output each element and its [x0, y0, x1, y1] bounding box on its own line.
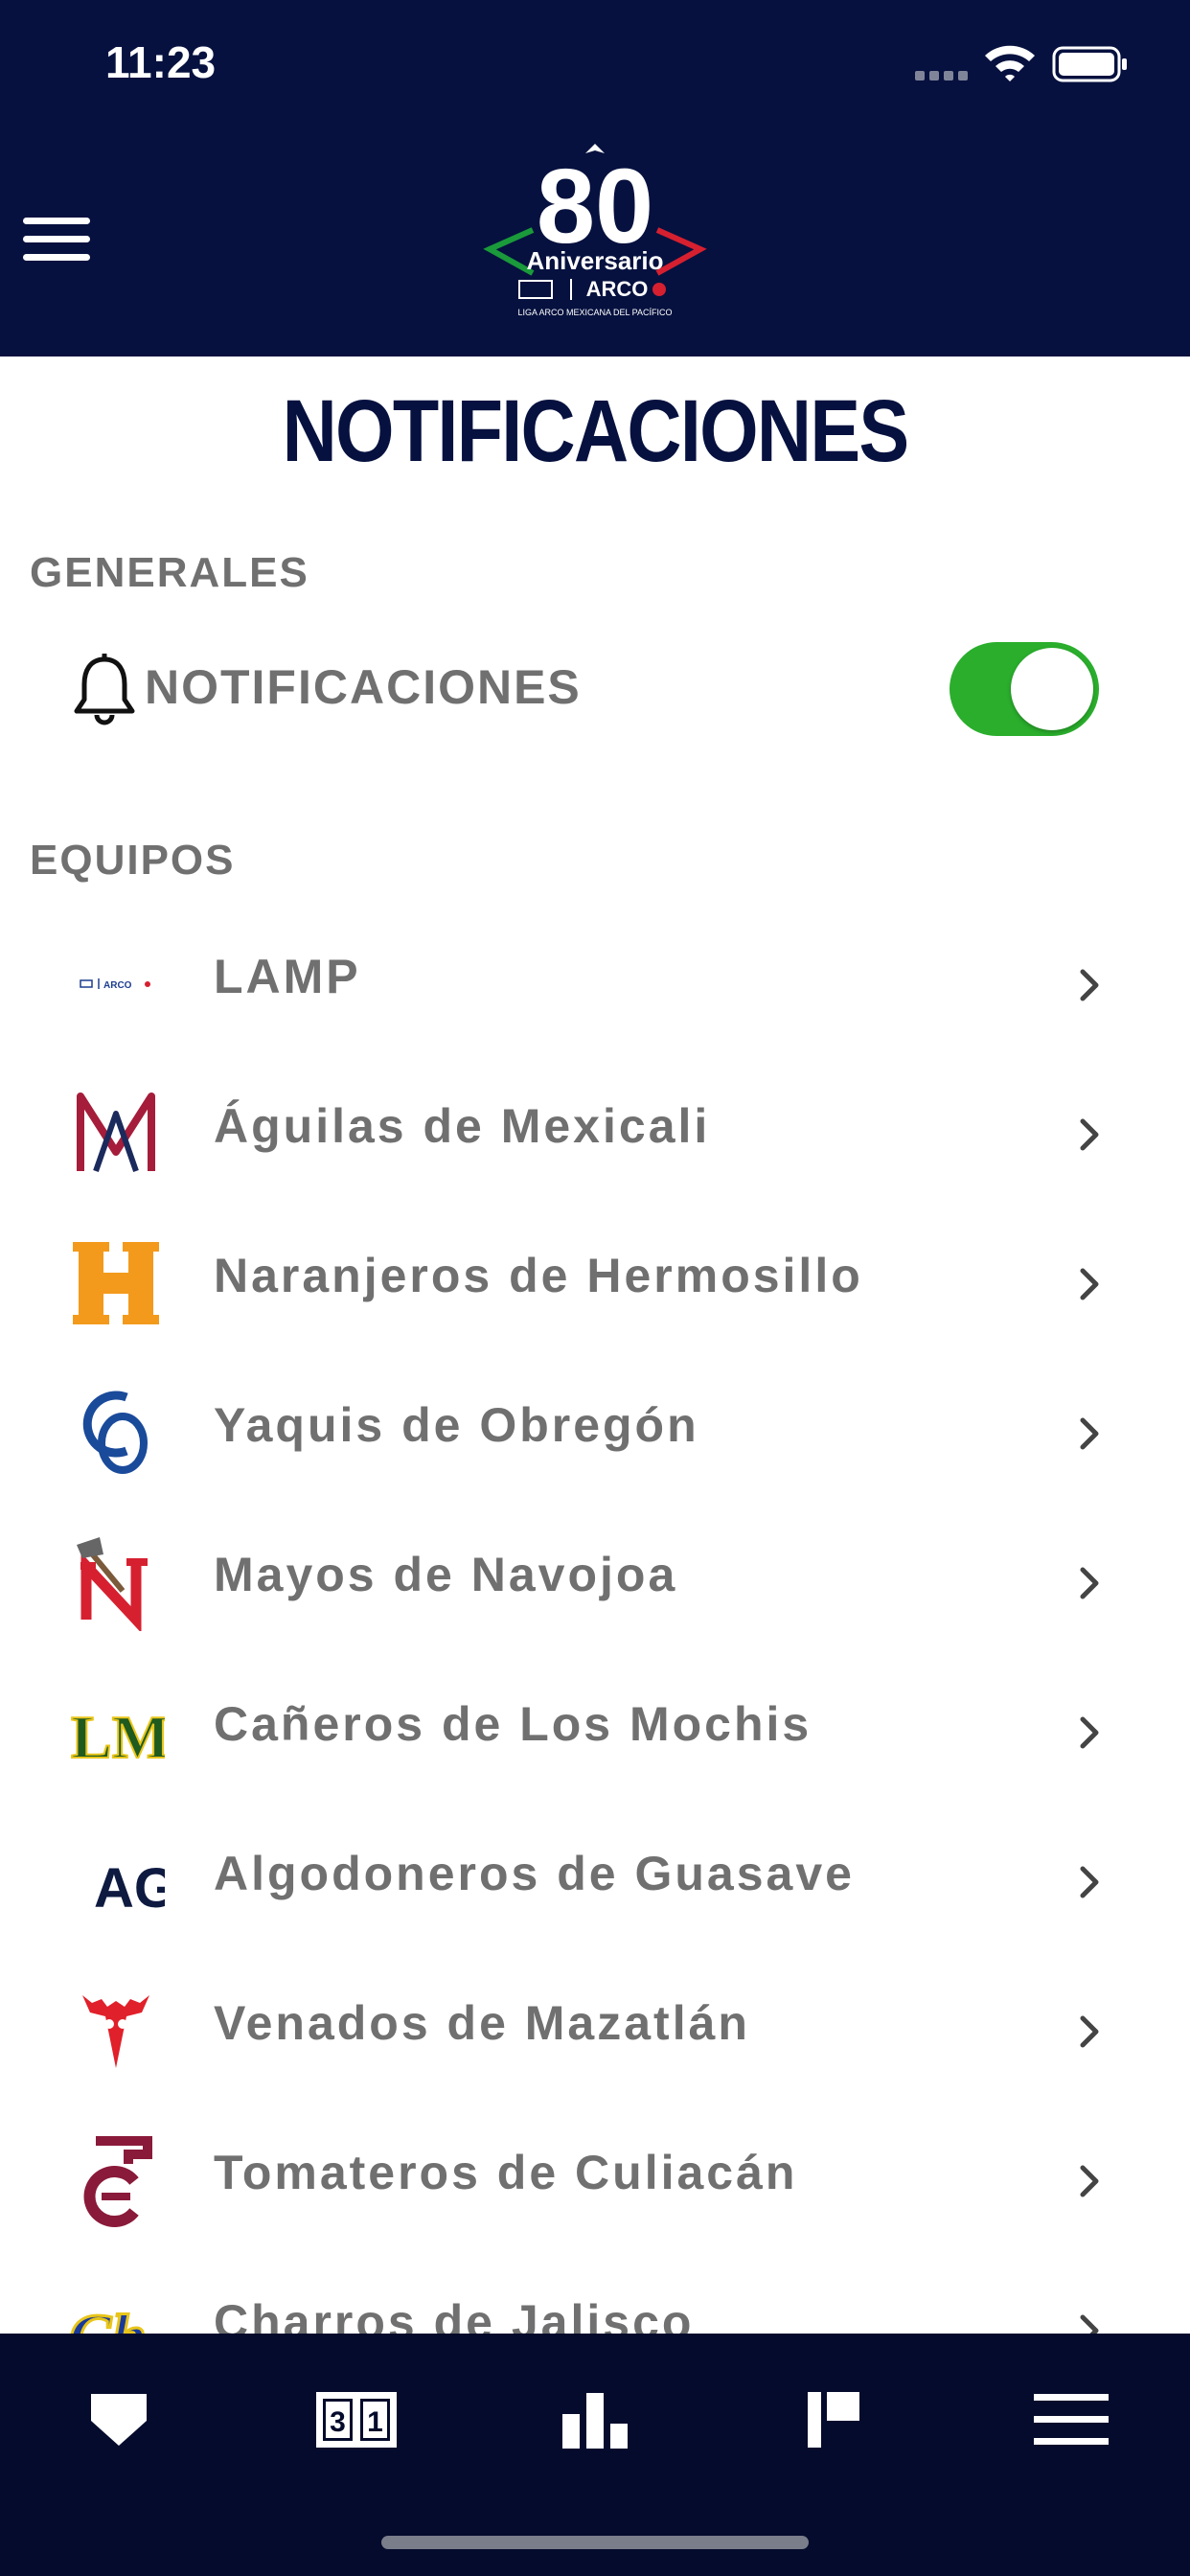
team-row-yaquis[interactable]: Yaquis de Obregón [0, 1349, 1190, 1499]
logo-line1: Aniversario [526, 246, 663, 275]
team-row-aguilas[interactable]: Águilas de Mexicali [0, 1050, 1190, 1200]
tab-stats[interactable] [776, 2372, 891, 2468]
menu-icon [1034, 2394, 1109, 2445]
notifications-label: NOTIFICACIONES [145, 660, 582, 714]
chevron-right-icon [1080, 1118, 1099, 1151]
app-header: 11:23 80 Aniversario ARCO LIGA ARCO MEXI… [0, 0, 1190, 356]
svg-text:AG: AG [94, 1857, 165, 1920]
bell-icon [74, 654, 135, 725]
algodoneros-logo-icon: AG [94, 1857, 165, 1920]
bar-chart-icon [562, 2393, 628, 2449]
leaderboard-icon [808, 2392, 859, 2448]
team-row-mayos[interactable]: Mayos de Navojoa [0, 1499, 1190, 1648]
lamp-logo-icon: ARCO [80, 978, 150, 991]
chevron-right-icon [1080, 1866, 1099, 1898]
notifications-toggle[interactable] [950, 642, 1099, 736]
team-name: Mayos de Navojoa [214, 1548, 678, 1601]
chevron-right-icon [1080, 2314, 1099, 2334]
team-row-tomateros[interactable]: Tomateros de Culiacán [0, 2097, 1190, 2246]
section-label-equipos: EQUIPOS [30, 837, 236, 884]
team-row-caneros[interactable]: LM Cañeros de Los Mochis [0, 1648, 1190, 1798]
chevron-right-icon [1080, 1268, 1099, 1300]
wifi-icon [985, 45, 1035, 81]
status-time: 11:23 [105, 37, 217, 87]
svg-text:Ch: Ch [69, 2302, 147, 2334]
team-row-algodoneros[interactable]: AG Algodoneros de Guasave [0, 1798, 1190, 1947]
score-digit-1: 3 [330, 2406, 346, 2438]
team-name: Venados de Mazatlán [214, 1996, 750, 2050]
toggle-knob [1011, 648, 1093, 730]
team-row-lamp[interactable]: ARCO LAMP [0, 901, 1190, 1050]
home-indicator [381, 2536, 809, 2549]
chevron-right-icon [1080, 1417, 1099, 1450]
svg-text:LM: LM [71, 1703, 165, 1771]
scoreboard-icon: 3 1 [316, 2392, 397, 2448]
charros-logo-icon: Ch [68, 2301, 149, 2334]
yaquis-logo-icon [82, 1391, 148, 1474]
aguilas-logo-icon [77, 1092, 155, 1172]
team-row-venados[interactable]: Venados de Mazatlán [0, 1947, 1190, 2097]
home-shield-icon [91, 2394, 147, 2446]
battery-icon [1052, 46, 1127, 82]
mayos-logo-icon [77, 1537, 148, 1631]
80-aniversario-logo: 80 Aniversario ARCO LIGA ARCO MEXICANA D… [483, 144, 707, 317]
tab-scores[interactable]: 3 1 [299, 2372, 414, 2468]
logo-emblem-icon [518, 280, 553, 299]
chevron-right-icon [1080, 1567, 1099, 1599]
cellular-signal-icon [915, 71, 968, 80]
tab-standings[interactable] [538, 2372, 652, 2468]
team-row-naranjeros[interactable]: Naranjeros de Hermosillo [0, 1200, 1190, 1349]
venados-logo-icon [82, 1995, 149, 2068]
team-name: Águilas de Mexicali [214, 1099, 711, 1153]
lamp-logo-text: ARCO [103, 980, 132, 991]
team-name: Tomateros de Culiacán [214, 2146, 798, 2199]
logo-line3: LIGA ARCO MEXICANA DEL PACÍFICO [517, 308, 672, 317]
score-digit-2: 1 [367, 2406, 383, 2438]
chevron-right-icon [1080, 2165, 1099, 2197]
team-row-charros[interactable]: Ch Charros de Jalisco [0, 2246, 1190, 2334]
hamburger-menu-button[interactable] [0, 192, 115, 288]
logo-line2: ARCO [586, 277, 649, 301]
chevron-right-icon [1080, 969, 1099, 1001]
notifications-row: NOTIFICACIONES [0, 628, 1190, 752]
tab-more[interactable] [1014, 2372, 1129, 2468]
team-name: LAMP [214, 950, 361, 1003]
team-name: Yaquis de Obregón [214, 1398, 699, 1452]
team-name: Cañeros de Los Mochis [214, 1697, 812, 1751]
chevron-right-icon [1080, 1716, 1099, 1749]
team-name: Naranjeros de Hermosillo [214, 1249, 863, 1302]
tab-home[interactable] [61, 2372, 176, 2468]
hamburger-icon [23, 218, 90, 261]
chevron-right-icon [1080, 2015, 1099, 2048]
team-list: ARCO LAMP Águilas de Mexicali Naranjeros… [0, 901, 1190, 2334]
naranjeros-logo-icon [73, 1242, 159, 1324]
tomateros-logo-icon [83, 2136, 152, 2227]
team-name: Charros de Jalisco [214, 2295, 695, 2334]
page-title: NOTIFICACIONES [282, 382, 910, 480]
team-name: Algodoneros de Guasave [214, 1847, 855, 1900]
caneros-logo-icon: LM [70, 1702, 165, 1772]
section-label-generales: GENERALES [30, 549, 309, 596]
